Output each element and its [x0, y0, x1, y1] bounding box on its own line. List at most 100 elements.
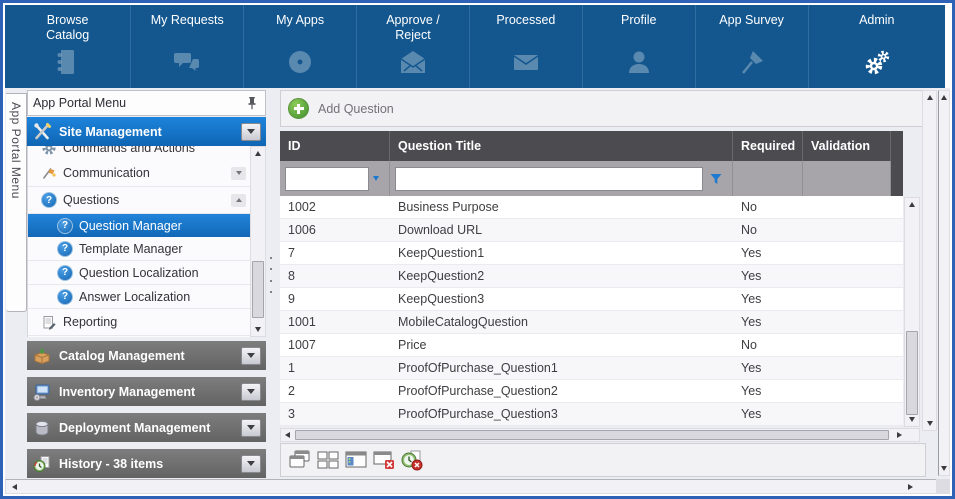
- scroll-left-button[interactable]: [281, 429, 294, 441]
- nav-item-profile[interactable]: Profile: [582, 5, 695, 88]
- content-vertical-scrollbar[interactable]: [922, 90, 937, 431]
- scroll-up-button[interactable]: [905, 198, 919, 211]
- question-icon: ?: [41, 192, 57, 208]
- arrow-left-icon: [12, 484, 17, 490]
- cell-id: 8: [280, 265, 390, 287]
- expand-section-button[interactable]: [241, 419, 261, 437]
- expand-section-button[interactable]: [241, 383, 261, 401]
- scrollbar-thumb[interactable]: [252, 261, 264, 318]
- table-row[interactable]: 1 ProofOfPurchase_Question1 Yes: [280, 357, 903, 380]
- cell-required: Yes: [733, 242, 803, 264]
- sidebar-item-template-manager[interactable]: ? Template Manager: [28, 237, 250, 261]
- scroll-right-button[interactable]: [893, 429, 906, 441]
- cascade-windows-icon[interactable]: [288, 449, 312, 471]
- arrow-up-icon: [941, 95, 947, 100]
- question-title-filter-input[interactable]: [395, 167, 703, 191]
- cell-validation: [803, 219, 903, 241]
- scroll-down-button[interactable]: [923, 417, 936, 430]
- sidebar-section-deployment-management[interactable]: Deployment Management: [27, 413, 266, 442]
- table-row[interactable]: 8 KeepQuestion2 Yes: [280, 265, 903, 288]
- nav-item-label: Browse Catalog: [26, 13, 110, 45]
- mail-open-icon: [398, 47, 428, 77]
- nav-item-approve-reject[interactable]: Approve / Reject: [356, 5, 469, 88]
- filter-operator-dropdown-icon[interactable]: [373, 176, 379, 181]
- scroll-up-button[interactable]: [939, 91, 949, 104]
- close-window-icon[interactable]: [372, 449, 396, 471]
- sidebar-item-reporting[interactable]: Reporting: [28, 309, 250, 336]
- tile-windows-icon[interactable]: [316, 449, 340, 471]
- grid-vertical-scrollbar[interactable]: [904, 197, 920, 427]
- announce-icon: [41, 165, 57, 181]
- table-row[interactable]: 9 KeepQuestion3 Yes: [280, 288, 903, 311]
- nav-item-app-survey[interactable]: App Survey: [695, 5, 808, 88]
- nav-item-my-apps[interactable]: My Apps: [243, 5, 356, 88]
- table-row[interactable]: 1007 Price No: [280, 334, 903, 357]
- column-header-question-title[interactable]: Question Title: [390, 131, 733, 161]
- scroll-left-button[interactable]: [8, 480, 21, 493]
- table-row[interactable]: 1006 Download URL No: [280, 219, 903, 242]
- pin-icon[interactable]: [244, 95, 260, 111]
- sidebar-section-site-management[interactable]: Site Management: [27, 117, 266, 146]
- collapse-section-button[interactable]: [241, 123, 261, 141]
- validation-filter-cell: [803, 161, 891, 196]
- table-row[interactable]: 3 ProofOfPurchase_Question3 Yes: [280, 403, 903, 426]
- arrow-down-icon: [255, 327, 261, 332]
- frame-vertical-scrollbar[interactable]: [938, 90, 950, 476]
- package-icon: [32, 346, 52, 366]
- scroll-up-button[interactable]: [923, 91, 936, 104]
- app-portal-menu-vertical-tab[interactable]: App Portal Menu: [6, 93, 27, 312]
- nav-item-browse-catalog[interactable]: Browse Catalog: [5, 5, 130, 88]
- table-row[interactable]: 2 ProofOfPurchase_Question2 Yes: [280, 380, 903, 403]
- cell-validation: [803, 265, 903, 287]
- sidebar-section-inventory-management[interactable]: Inventory Management: [27, 377, 266, 406]
- collapse-button[interactable]: [231, 194, 246, 207]
- grid-horizontal-scrollbar[interactable]: [280, 428, 920, 442]
- scroll-down-button[interactable]: [939, 462, 949, 475]
- expand-button[interactable]: [231, 167, 246, 180]
- disc-icon: [285, 47, 315, 77]
- sidebar-item-answer-localization[interactable]: ? Answer Localization: [28, 285, 250, 309]
- cell-id: 1006: [280, 219, 390, 241]
- scrollbar-thumb[interactable]: [295, 430, 889, 440]
- cell-validation: [803, 334, 903, 356]
- plus-icon: [288, 98, 309, 119]
- table-row[interactable]: 7 KeepQuestion1 Yes: [280, 242, 903, 265]
- nav-item-admin[interactable]: Admin: [808, 5, 945, 88]
- clear-history-icon[interactable]: [400, 449, 424, 471]
- column-header-id[interactable]: ID: [280, 131, 390, 161]
- subtree-scrollbar[interactable]: [250, 146, 266, 337]
- sidebar-item-question-localization[interactable]: ? Question Localization: [28, 261, 250, 285]
- splitter-handle[interactable]: [268, 257, 273, 293]
- sidebar-item-questions[interactable]: ? Questions: [28, 187, 250, 214]
- section-label: Inventory Management: [59, 385, 195, 399]
- window-panel-icon[interactable]: [344, 449, 368, 471]
- add-question-button[interactable]: Add Question: [288, 98, 394, 119]
- scroll-up-button[interactable]: [251, 147, 265, 160]
- section-label: Site Management: [59, 125, 162, 139]
- scroll-down-button[interactable]: [905, 413, 919, 426]
- arrow-right-icon: [897, 432, 902, 438]
- cell-title: KeepQuestion2: [390, 265, 733, 287]
- sidebar-item-question-manager[interactable]: ? Question Manager: [28, 214, 250, 237]
- filter-funnel-icon[interactable]: [709, 172, 723, 186]
- clipped-row-wrap: Commands and Actions: [28, 146, 250, 160]
- sidebar-item-communication[interactable]: Communication: [28, 160, 250, 187]
- expand-section-button[interactable]: [241, 455, 261, 473]
- scroll-down-button[interactable]: [251, 323, 265, 336]
- sidebar-section-history[interactable]: History - 38 items: [27, 449, 266, 478]
- column-header-validation[interactable]: Validation: [803, 131, 891, 161]
- scroll-right-button[interactable]: [904, 480, 917, 493]
- sidebar-item-commands-and-actions[interactable]: Commands and Actions: [28, 146, 250, 160]
- history-clock-icon: [32, 454, 52, 474]
- id-filter-input[interactable]: [285, 167, 369, 191]
- sidebar-section-catalog-management[interactable]: Catalog Management: [27, 341, 266, 370]
- frame-horizontal-scrollbar[interactable]: [5, 479, 950, 494]
- scrollbar-thumb[interactable]: [906, 331, 918, 415]
- arrow-up-icon: [909, 202, 915, 207]
- nav-item-my-requests[interactable]: My Requests: [130, 5, 243, 88]
- column-header-required[interactable]: Required: [733, 131, 803, 161]
- nav-item-processed[interactable]: Processed: [469, 5, 582, 88]
- expand-section-button[interactable]: [241, 347, 261, 365]
- table-row[interactable]: 1002 Business Purpose No: [280, 196, 903, 219]
- table-row[interactable]: 1001 MobileCatalogQuestion Yes: [280, 311, 903, 334]
